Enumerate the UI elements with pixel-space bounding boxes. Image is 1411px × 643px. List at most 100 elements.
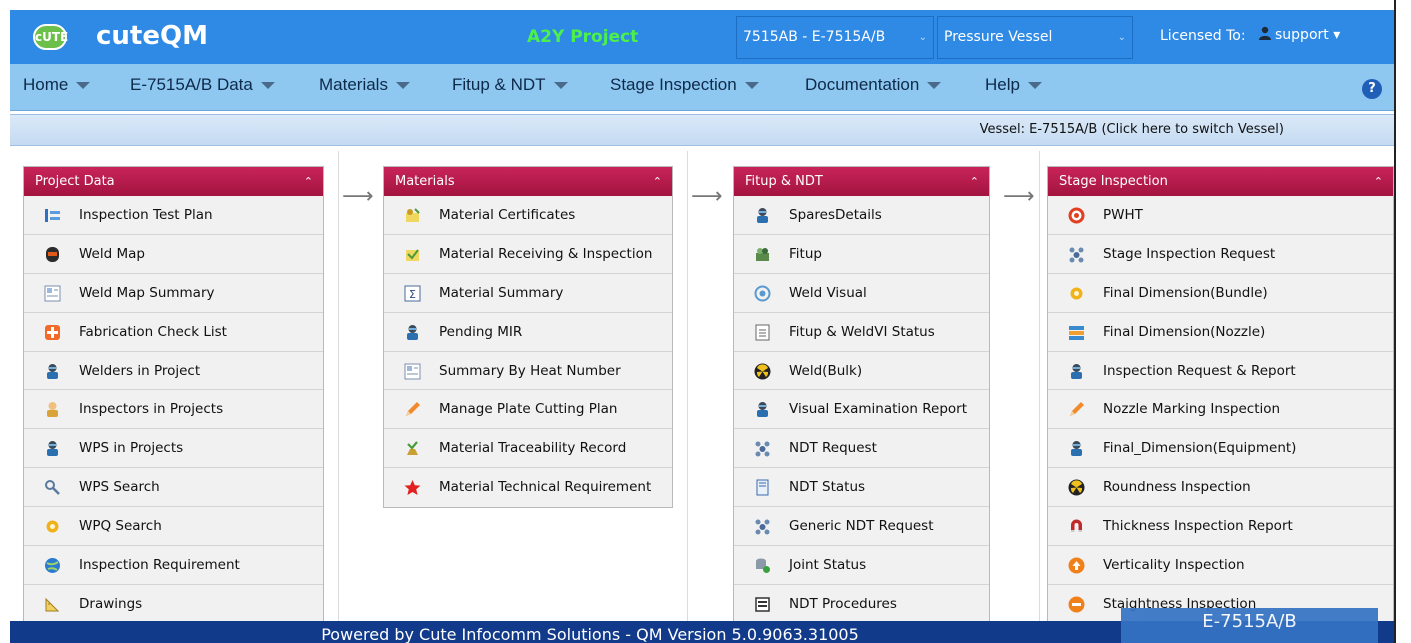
panel-link-item[interactable]: Manage Plate Cutting Plan [384, 390, 672, 430]
panel-link-item[interactable]: Final Dimension(Nozzle) [1048, 312, 1393, 352]
panel-header[interactable]: Materials ⌃ [384, 167, 672, 196]
panel-link-item[interactable]: Generic NDT Request [734, 507, 989, 547]
panel-link-item[interactable]: Nozzle Marking Inspection [1048, 390, 1393, 430]
panel-link-item[interactable]: SparesDetails [734, 196, 989, 235]
collapse-icon[interactable]: ⌃ [1374, 167, 1383, 196]
equipment-type-select[interactable]: Pressure Vessel ⌄ [937, 16, 1133, 59]
dropdown-arrow-icon [744, 82, 759, 89]
panel-link-item[interactable]: Material Traceability Record [384, 429, 672, 469]
globe-icon [45, 558, 60, 574]
flow-arrow-icon: ⟶ [1003, 184, 1035, 209]
menu-fitup-ndt[interactable]: Fitup & NDT [452, 75, 568, 95]
panel-title: Project Data [35, 174, 115, 189]
column-divider [338, 151, 339, 621]
panel-link-item[interactable]: Stage Inspection Request [1048, 234, 1393, 274]
panel-link-item[interactable]: Weld Visual [734, 273, 989, 313]
panel-link-item[interactable]: Inspection Requirement [24, 546, 323, 585]
panel-header[interactable]: Stage Inspection ⌃ [1048, 167, 1393, 196]
panel-link-item[interactable]: Inspectors in Projects [24, 390, 323, 430]
panel-link-label: PWHT [1103, 207, 1143, 223]
gear-icon [1070, 287, 1083, 300]
vessel-banner[interactable]: Vessel: E-7515A/B (Click here to switch … [10, 114, 1394, 146]
panel-link-item[interactable]: Material Certificates [384, 196, 672, 235]
panel-link-item[interactable]: Inspection Request & Report [1048, 351, 1393, 391]
fitup-icon [756, 247, 769, 261]
svg-text:Σ: Σ [409, 288, 416, 301]
panel-link-item[interactable]: Fitup & WeldVI Status [734, 312, 989, 352]
panel-link-item[interactable]: Joint Status [734, 546, 989, 585]
panel-link-item[interactable]: Pending MIR [384, 312, 672, 352]
sigma-icon: Σ [404, 285, 421, 302]
window-frame-right [1394, 0, 1411, 643]
panel-link-item[interactable]: NDT Request [734, 429, 989, 469]
collapse-icon[interactable]: ⌃ [653, 167, 662, 196]
panel-link-label: Material Summary [439, 284, 564, 301]
panel-link-item[interactable]: Summary By Heat Number [384, 351, 672, 391]
panel-link-label: Inspection Test Plan [79, 207, 213, 223]
help-icon[interactable]: ? [1362, 79, 1382, 99]
panel-link-item[interactable]: Weld(Bulk) [734, 351, 989, 391]
menu-label: Stage Inspection [610, 75, 737, 94]
panel-link-label: Roundness Inspection [1103, 479, 1251, 496]
panel-link-item[interactable]: Weld Map [24, 234, 323, 274]
panel-link-label: Weld Visual [789, 284, 867, 301]
panel-link-item[interactable]: Material Technical Requirement [384, 468, 672, 508]
panel-link-item[interactable]: Material Receiving & Inspection [384, 234, 672, 274]
panel-link-item[interactable]: Drawings [24, 584, 323, 624]
panel-link-item[interactable]: Final_Dimension(Equipment) [1048, 429, 1393, 469]
user-icon [1259, 26, 1271, 40]
panel-link-item[interactable]: Thickness Inspection Report [1048, 507, 1393, 547]
panel-link-label: Pending MIR [439, 323, 523, 340]
menu-help[interactable]: Help [985, 75, 1042, 95]
panel-link-item[interactable]: Fabrication Check List [24, 312, 323, 352]
panel-header[interactable]: Fitup & NDT ⌃ [734, 167, 989, 196]
panel-link-item[interactable]: Inspection Test Plan [24, 196, 323, 235]
panel-link-label: Material Technical Requirement [439, 479, 652, 496]
welder-icon [1071, 441, 1082, 457]
panel-header[interactable]: Project Data ⌃ [24, 167, 323, 196]
inspector-icon [47, 402, 58, 418]
panel-link-label: WPS in Projects [79, 440, 184, 457]
panel-link-item[interactable]: WPS Search [24, 468, 323, 508]
app-logo[interactable]: cUTE [33, 24, 68, 50]
certificate-icon [406, 208, 420, 222]
panel-link-label: Joint Status [789, 557, 867, 574]
welder-icon [757, 402, 768, 418]
dropdown-arrow-icon [76, 82, 91, 89]
app-name[interactable]: cuteQM [96, 21, 208, 51]
collapse-icon[interactable]: ⌃ [304, 167, 313, 196]
menu-documentation[interactable]: Documentation [805, 75, 942, 95]
panel-link-item[interactable]: WPQ Search [24, 507, 323, 547]
panel-link-item[interactable]: Final Dimension(Bundle) [1048, 273, 1393, 313]
equipment-type-value: Pressure Vessel [944, 29, 1053, 45]
collapse-icon[interactable]: ⌃ [970, 167, 979, 196]
vessel-select[interactable]: 7515AB - E-7515A/B ⌄ [736, 16, 934, 59]
panel-link-item[interactable]: Roundness Inspection [1048, 468, 1393, 508]
user-menu[interactable]: support ▾ [1258, 26, 1340, 43]
welder-icon [407, 324, 418, 340]
panel-link-label: Thickness Inspection Report [1103, 518, 1293, 535]
panel-link-item[interactable]: PWHT [1048, 196, 1393, 235]
menu-home[interactable]: Home [23, 75, 91, 95]
panel-link-label: NDT Request [789, 440, 877, 457]
panel-link-item[interactable]: Weld Map Summary [24, 273, 323, 313]
molecule-icon [1069, 247, 1084, 263]
menu-stage-inspection[interactable]: Stage Inspection [610, 75, 759, 95]
menu-materials[interactable]: Materials [319, 75, 410, 95]
panel-link-item[interactable]: Fitup [734, 234, 989, 274]
vessel-switch-link[interactable]: Vessel: E-7515A/B (Click here to switch … [980, 122, 1284, 137]
panel-link-item[interactable]: Visual Examination Report [734, 390, 989, 430]
menu-vessel-data[interactable]: E-7515A/B Data [130, 75, 275, 95]
panel-link-item[interactable]: Σ Material Summary [384, 273, 672, 313]
pencil-icon [406, 402, 420, 417]
panel-link-label: Inspection Requirement [79, 557, 240, 574]
column-divider [687, 151, 688, 621]
panel-link-label: Drawings [79, 595, 143, 612]
panel-link-item[interactable]: NDT Procedures [734, 584, 989, 624]
panel-link-item[interactable]: Welders in Project [24, 351, 323, 391]
panel-link-item[interactable]: NDT Status [734, 468, 989, 508]
panel-link-item[interactable]: WPS in Projects [24, 429, 323, 469]
flow-arrow-icon: ⟶ [342, 184, 374, 209]
panel-link-item[interactable]: Verticality Inspection [1048, 546, 1393, 585]
list-icon [45, 209, 60, 222]
